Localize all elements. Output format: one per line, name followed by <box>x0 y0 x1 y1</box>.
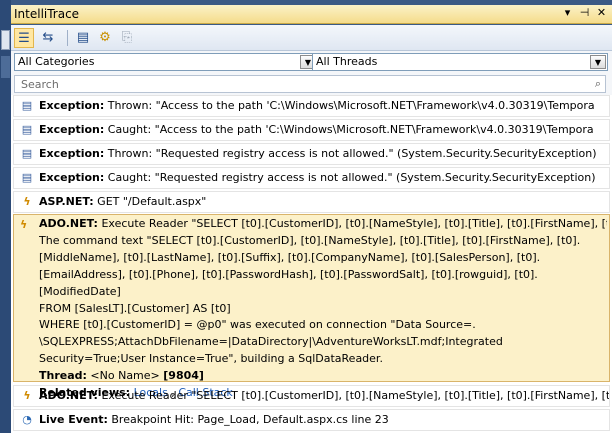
exception-icon: ▤ <box>21 171 33 184</box>
toolbar-separator <box>67 30 68 46</box>
thread-value: <No Name> <box>86 369 164 383</box>
categories-value: All Categories <box>18 55 95 68</box>
filter-bar: All Categories ▼ All Threads ▼ <box>11 51 612 73</box>
event-category: Live Event: <box>39 413 108 426</box>
detail-line: The command text "SELECT [t0].[CustomerI… <box>39 233 581 247</box>
thread-line: Thread: <No Name> [9804] <box>39 368 607 385</box>
lightning-icon: ϟ <box>23 389 31 402</box>
detail-line: Security=True;User Instance=True", build… <box>39 352 383 366</box>
event-summary: Execute Reader "SELECT [t0].[CustomerID]… <box>97 217 607 230</box>
list-item[interactable]: ▤ Exception: Thrown: "Access to the path… <box>13 95 610 117</box>
event-text: Caught: "Access to the path 'C:\Windows\… <box>104 123 594 136</box>
event-text: Thrown: "Access to the path 'C:\Windows\… <box>104 99 595 112</box>
thread-label: Thread: <box>39 369 87 383</box>
event-category: ADO.NET: <box>39 389 98 402</box>
selected-event[interactable]: ϟ ADO.NET: Execute Reader "SELECT [t0].[… <box>13 214 610 399</box>
exception-icon: ▤ <box>21 99 33 112</box>
search-box[interactable]: ⌕ <box>14 75 606 93</box>
event-text: Execute Reader "SELECT [t0].[CustomerID]… <box>97 389 610 402</box>
list-item[interactable]: ϟ ADO.NET: Execute Reader "SELECT [t0].[… <box>13 385 610 407</box>
event-category: Exception: <box>39 171 105 184</box>
chevron-down-icon[interactable]: ▼ <box>590 55 606 69</box>
left-tool-strip <box>0 0 11 433</box>
event-category: ADO.NET: <box>39 217 98 230</box>
event-category: Exception: <box>39 147 105 160</box>
categories-dropdown[interactable]: All Categories ▼ <box>14 53 318 71</box>
window-frame: IntelliTrace ▾ ⊣ ✕ ☰ ⇆ ▤ ⚙ ⎘ All Categor… <box>0 0 612 433</box>
detail-line: WHERE [t0].[CustomerID] = @p0" was execu… <box>39 318 476 332</box>
detail-line: [EmailAddress], [t0].[Phone], [t0].[Pass… <box>39 267 538 281</box>
side-tab-2[interactable] <box>1 56 10 78</box>
calls-view-icon[interactable]: ⇆ <box>38 28 58 48</box>
threads-dropdown[interactable]: All Threads ▼ <box>312 53 608 71</box>
exception-icon: ▤ <box>21 123 33 136</box>
log-icon[interactable]: ▤ <box>73 28 93 48</box>
search-icon[interactable]: ⌕ <box>595 77 601 91</box>
side-tab-1[interactable] <box>1 30 10 50</box>
lightning-icon: ϟ <box>23 195 31 208</box>
settings-icon[interactable]: ⚙ <box>95 28 115 48</box>
event-text: Breakpoint Hit: Page_Load, Default.aspx.… <box>107 413 389 426</box>
detail-line: \SQLEXPRESS;AttachDbFilename=|DataDirect… <box>39 335 503 349</box>
event-text: GET "/Default.aspx" <box>93 195 207 208</box>
list-item[interactable]: ◔ Live Event: Breakpoint Hit: Page_Load,… <box>13 409 610 431</box>
event-list[interactable]: ▤ Exception: Thrown: "Access to the path… <box>11 95 612 433</box>
exception-icon: ▤ <box>21 147 33 160</box>
search-input[interactable] <box>15 76 575 92</box>
disabled-icon: ⎘ <box>121 30 133 45</box>
dropdown-icon[interactable]: ▾ <box>561 6 574 19</box>
events-view-icon[interactable]: ☰ <box>14 28 34 48</box>
window-controls: ▾ ⊣ ✕ <box>561 6 608 19</box>
event-category: ASP.NET: <box>39 195 94 208</box>
toolbar: ☰ ⇆ ▤ ⚙ ⎘ <box>11 25 612 51</box>
detail-line: FROM [SalesLT].[Customer] AS [t0] <box>39 301 231 315</box>
list-item[interactable]: ▤ Exception: Caught: "Requested registry… <box>13 167 610 189</box>
title-bar: IntelliTrace ▾ ⊣ ✕ <box>11 5 612 24</box>
event-category: Exception: <box>39 99 105 112</box>
threads-value: All Threads <box>316 55 378 68</box>
close-icon[interactable]: ✕ <box>595 6 608 19</box>
search-bar: ⌕ <box>11 73 612 95</box>
window-title: IntelliTrace <box>14 7 80 21</box>
thread-id: [9804] <box>163 369 204 383</box>
detail-line: [MiddleName], [t0].[LastName], [t0].[Suf… <box>39 250 541 264</box>
list-item[interactable]: ▤ Exception: Thrown: "Requested registry… <box>13 143 610 165</box>
detail-line: [ModifiedDate] <box>39 284 121 298</box>
pin-icon[interactable]: ⊣ <box>578 6 591 19</box>
event-text: Thrown: "Requested registry access is no… <box>104 147 597 160</box>
list-item[interactable]: ▤ Exception: Caught: "Access to the path… <box>13 119 610 141</box>
live-event-icon: ◔ <box>22 413 32 426</box>
event-text: Caught: "Requested registry access is no… <box>104 171 596 184</box>
list-item[interactable]: ϟ ASP.NET: GET "/Default.aspx" <box>13 191 610 213</box>
lightning-icon: ϟ <box>20 218 28 231</box>
event-category: Exception: <box>39 123 105 136</box>
